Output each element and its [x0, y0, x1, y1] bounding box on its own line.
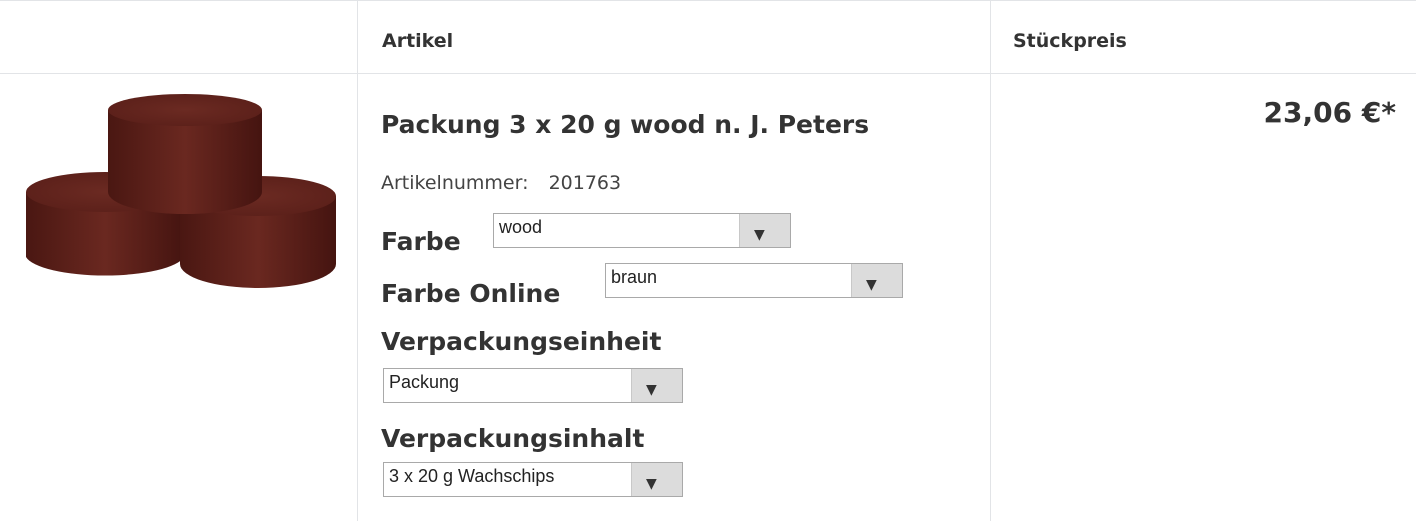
option-label-farbe-online: Farbe Online: [381, 279, 561, 308]
dropdown-arrow[interactable]: ▼: [631, 463, 682, 496]
verpackungsinhalt-select-value: 3 x 20 g Wachschips: [389, 466, 555, 486]
article-number-value: 201763: [548, 172, 622, 194]
column-header-price: Stückpreis: [1013, 30, 1127, 52]
triangle-down-icon: ▼: [646, 382, 657, 398]
dropdown-arrow[interactable]: ▼: [631, 369, 682, 402]
article-number-label: Artikelnummer:: [381, 172, 529, 194]
farbe-select[interactable]: wood ▼: [493, 213, 791, 248]
table-header-row: [0, 0, 1416, 74]
option-label-verpackungsinhalt: Verpackungsinhalt: [381, 424, 645, 453]
farbe-online-select[interactable]: braun ▼: [605, 263, 903, 298]
verpackungseinheit-select-value: Packung: [389, 372, 460, 392]
column-divider: [357, 0, 358, 521]
verpackungsinhalt-select[interactable]: 3 x 20 g Wachschips ▼: [383, 462, 683, 497]
product-title[interactable]: Packung 3 x 20 g wood n. J. Peters: [381, 110, 869, 139]
unit-price: 23,06 €*: [1263, 96, 1396, 129]
farbe-online-select-value: braun: [611, 267, 658, 287]
dropdown-arrow[interactable]: ▼: [851, 264, 902, 297]
cart-table: Artikel Stückpreis Packung 3 x 20 g wood…: [0, 0, 1416, 521]
verpackungseinheit-select[interactable]: Packung ▼: [383, 368, 683, 403]
triangle-down-icon: ▼: [754, 227, 765, 243]
option-label-verpackungseinheit: Verpackungseinheit: [381, 327, 662, 356]
triangle-down-icon: ▼: [866, 277, 877, 293]
product-image[interactable]: [22, 92, 340, 307]
farbe-select-value: wood: [499, 217, 543, 237]
column-header-article: Artikel: [382, 30, 454, 52]
column-divider: [990, 0, 991, 521]
triangle-down-icon: ▼: [646, 476, 657, 492]
option-label-farbe: Farbe: [381, 227, 461, 256]
dropdown-arrow[interactable]: ▼: [739, 214, 790, 247]
article-number: Artikelnummer: 201763: [381, 172, 621, 194]
